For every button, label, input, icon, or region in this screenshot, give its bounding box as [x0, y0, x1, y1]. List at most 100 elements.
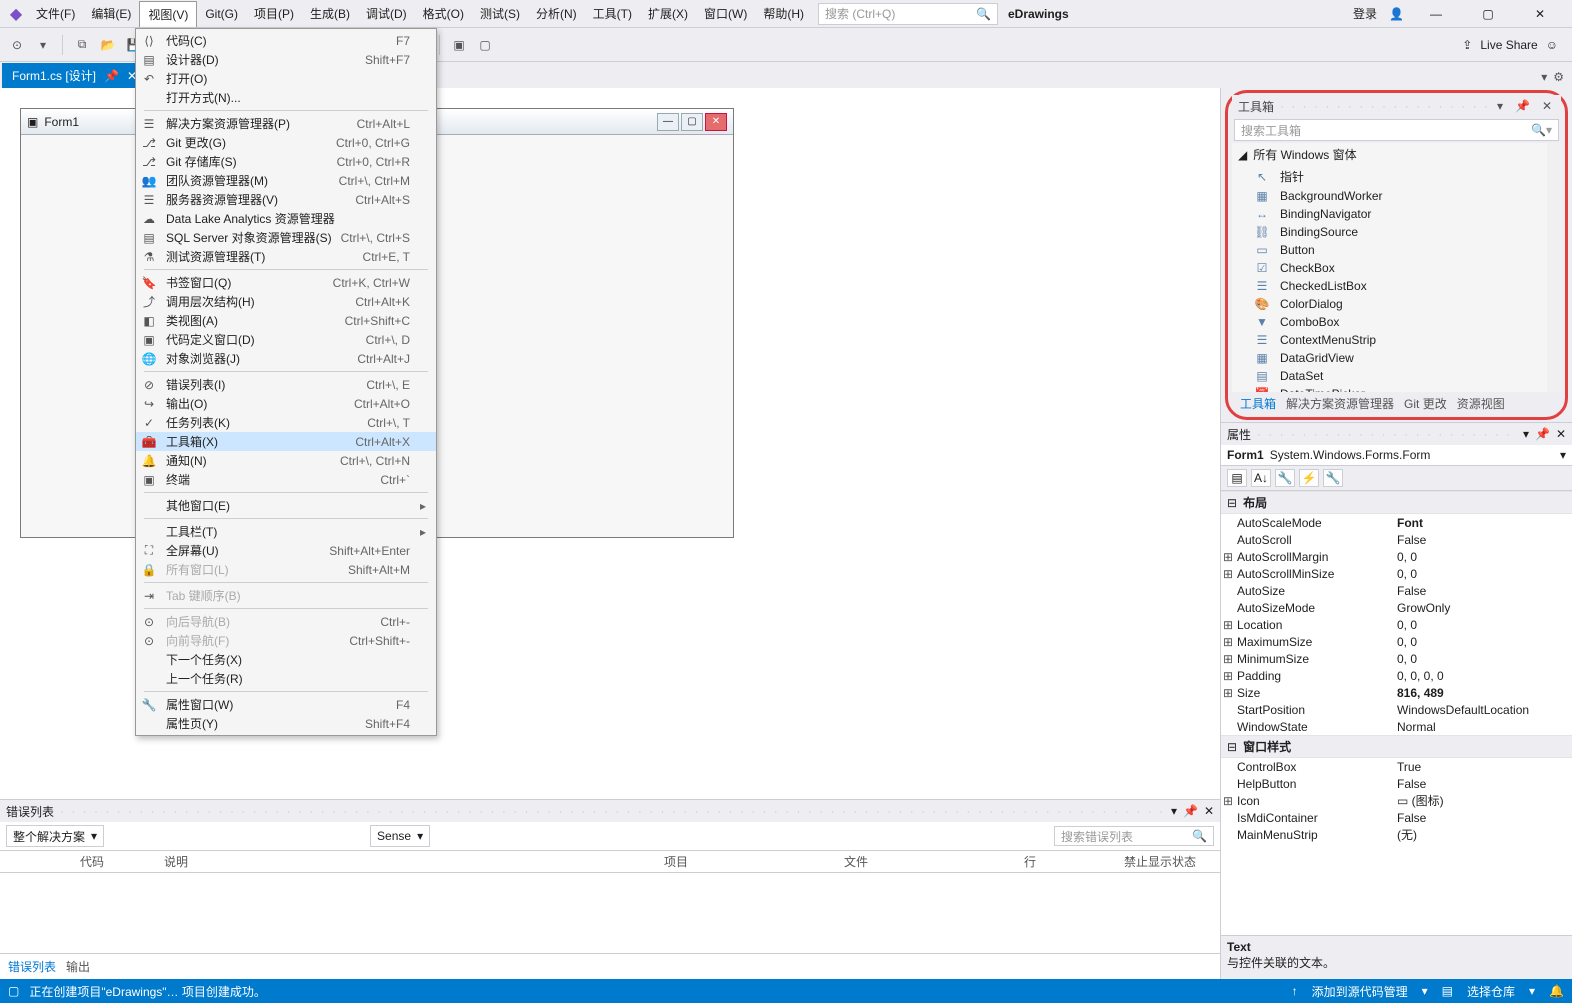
view-menu-item[interactable]: 打开方式(N)...: [136, 88, 436, 107]
col-project[interactable]: 项目: [664, 853, 784, 870]
view-menu-item[interactable]: 工具栏(T) ▸: [136, 522, 436, 541]
open-icon[interactable]: 📂: [97, 34, 119, 56]
view-menu-item[interactable]: ⎇ Git 更改(G) Ctrl+0, Ctrl+G: [136, 133, 436, 152]
tab-dropdown-icon[interactable]: ▾: [1541, 70, 1547, 84]
view-menu-item[interactable]: 👥 团队资源管理器(M) Ctrl+\, Ctrl+M: [136, 171, 436, 190]
view-menu-item[interactable]: ▤ SQL Server 对象资源管理器(S) Ctrl+\, Ctrl+S: [136, 228, 436, 247]
property-row[interactable]: ⊞MaximumSize0, 0: [1221, 633, 1572, 650]
property-row[interactable]: AutoScrollFalse: [1221, 531, 1572, 548]
panel-dropdown-icon[interactable]: ▾: [1494, 99, 1506, 113]
intellisense-combo[interactable]: Sense ▾: [370, 825, 430, 847]
toolbox-item[interactable]: ☰ ContextMenuStrip: [1232, 331, 1561, 349]
menu-debug[interactable]: 调试(D): [358, 1, 415, 26]
tab-toolbox[interactable]: 工具箱: [1240, 395, 1276, 412]
view-menu-item[interactable]: 下一个任务(X): [136, 650, 436, 669]
menu-edit[interactable]: 编辑(E): [83, 1, 139, 26]
errorlist-search[interactable]: 搜索错误列表 🔍: [1054, 826, 1214, 846]
col-code[interactable]: 代码: [80, 853, 104, 870]
form-maximize-button[interactable]: ▢: [681, 113, 703, 131]
toolbox-item[interactable]: 📅 DateTimePicker: [1232, 385, 1561, 392]
forward-icon[interactable]: ▾: [32, 34, 54, 56]
property-row[interactable]: HelpButtonFalse: [1221, 775, 1572, 792]
back-icon[interactable]: ⊙: [6, 34, 28, 56]
pin-icon[interactable]: 📌: [104, 69, 119, 83]
property-row[interactable]: ControlBoxTrue: [1221, 758, 1572, 775]
view-menu-item[interactable]: ⚗ 测试资源管理器(T) Ctrl+E, T: [136, 247, 436, 266]
toolbox-item[interactable]: ▭ Button: [1232, 241, 1561, 259]
property-row[interactable]: ⊞AutoScrollMinSize0, 0: [1221, 565, 1572, 582]
toolbox-category[interactable]: ◢ 所有 Windows 窗体: [1232, 143, 1561, 166]
repo-select-link[interactable]: 选择仓库: [1467, 983, 1515, 1000]
property-row[interactable]: AutoSizeFalse: [1221, 582, 1572, 599]
col-desc[interactable]: 说明: [164, 853, 604, 870]
view-menu-item[interactable]: ☁ Data Lake Analytics 资源管理器: [136, 209, 436, 228]
pin-icon[interactable]: 📌: [1183, 804, 1198, 818]
menu-help[interactable]: 帮助(H): [755, 1, 812, 26]
view-menu-item[interactable]: ◧ 类视图(A) Ctrl+Shift+C: [136, 311, 436, 330]
panel-dropdown-icon[interactable]: ▾: [1171, 804, 1177, 818]
property-category[interactable]: ⊟窗口样式: [1221, 735, 1572, 758]
maximize-button[interactable]: ▢: [1468, 7, 1508, 21]
menu-tools[interactable]: 工具(T): [585, 1, 640, 26]
view-menu-item[interactable]: 其他窗口(E) ▸: [136, 496, 436, 515]
menu-format[interactable]: 格式(O): [415, 1, 472, 26]
tab-errorlist[interactable]: 错误列表: [8, 958, 56, 975]
toolbox-item[interactable]: ▼ ComboBox: [1232, 313, 1561, 331]
view-menu-item[interactable]: 属性页(Y) Shift+F4: [136, 714, 436, 733]
form-close-button[interactable]: ✕: [705, 113, 727, 131]
view-menu-item[interactable]: ☰ 解决方案资源管理器(P) Ctrl+Alt+L: [136, 114, 436, 133]
menu-file[interactable]: 文件(F): [28, 1, 83, 26]
view-menu-item[interactable]: ⟨⟩ 代码(C) F7: [136, 31, 436, 50]
col-file[interactable]: 文件: [844, 853, 964, 870]
alphabetize-icon[interactable]: A↓: [1251, 469, 1271, 487]
property-row[interactable]: ⊞Size816, 489: [1221, 684, 1572, 701]
properties-subject[interactable]: Form1 System.Windows.Forms.Form ▾: [1221, 445, 1572, 466]
search-dropdown-icon[interactable]: ▾: [1546, 123, 1552, 137]
menu-window[interactable]: 窗口(W): [696, 1, 755, 26]
tab-solution-explorer[interactable]: 解决方案资源管理器: [1286, 395, 1394, 412]
login-link[interactable]: 登录: [1353, 5, 1377, 22]
feedback-icon[interactable]: ☺: [1546, 38, 1558, 52]
view-menu-item[interactable]: ☰ 服务器资源管理器(V) Ctrl+Alt+S: [136, 190, 436, 209]
menu-project[interactable]: 项目(P): [246, 1, 302, 26]
bring-front-icon[interactable]: ▣: [448, 34, 470, 56]
view-menu-item[interactable]: 🔔 通知(N) Ctrl+\, Ctrl+N: [136, 451, 436, 470]
new-icon[interactable]: ⧉: [71, 34, 93, 56]
minimize-button[interactable]: —: [1416, 7, 1456, 21]
property-row[interactable]: WindowStateNormal: [1221, 718, 1572, 735]
property-row[interactable]: StartPositionWindowsDefaultLocation: [1221, 701, 1572, 718]
property-row[interactable]: IsMdiContainerFalse: [1221, 809, 1572, 826]
tab-git-changes[interactable]: Git 更改: [1404, 395, 1447, 412]
view-menu-item[interactable]: 🔧 属性窗口(W) F4: [136, 695, 436, 714]
menu-view[interactable]: 视图(V): [139, 1, 197, 27]
property-row[interactable]: AutoSizeModeGrowOnly: [1221, 599, 1572, 616]
view-menu-item[interactable]: ▤ 设计器(D) Shift+F7: [136, 50, 436, 69]
tab-gear-icon[interactable]: ⚙: [1553, 70, 1564, 84]
wrench-icon[interactable]: 🔧: [1323, 469, 1343, 487]
view-menu-item[interactable]: ↪ 输出(O) Ctrl+Alt+O: [136, 394, 436, 413]
property-row[interactable]: ⊞AutoScrollMargin0, 0: [1221, 548, 1572, 565]
toolbox-item[interactable]: 🎨 ColorDialog: [1232, 295, 1561, 313]
view-menu-item[interactable]: ⤴ 调用层次结构(H) Ctrl+Alt+K: [136, 292, 436, 311]
property-row[interactable]: MainMenuStrip(无): [1221, 826, 1572, 843]
toolbox-item[interactable]: ▦ BackgroundWorker: [1232, 187, 1561, 205]
pin-icon[interactable]: 📌: [1512, 99, 1533, 113]
toolbox-item[interactable]: ▤ DataSet: [1232, 367, 1561, 385]
view-menu-item[interactable]: ⎇ Git 存储库(S) Ctrl+0, Ctrl+R: [136, 152, 436, 171]
pin-icon[interactable]: 📌: [1535, 427, 1550, 441]
menu-test[interactable]: 测试(S): [472, 1, 528, 26]
close-panel-icon[interactable]: ✕: [1539, 99, 1555, 113]
view-menu-item[interactable]: 上一个任务(R): [136, 669, 436, 688]
property-row[interactable]: ⊞Location0, 0: [1221, 616, 1572, 633]
view-menu-item[interactable]: 🌐 对象浏览器(J) Ctrl+Alt+J: [136, 349, 436, 368]
view-menu-item[interactable]: 🔖 书签窗口(Q) Ctrl+K, Ctrl+W: [136, 273, 436, 292]
doc-tab-form1[interactable]: Form1.cs [设计] 📌 ✕: [2, 63, 147, 88]
menu-git[interactable]: Git(G): [197, 3, 246, 25]
view-menu-item[interactable]: ✓ 任务列表(K) Ctrl+\, T: [136, 413, 436, 432]
scope-combo[interactable]: 整个解决方案 ▾: [6, 825, 104, 847]
categorize-icon[interactable]: ▤: [1227, 469, 1247, 487]
view-menu-item[interactable]: ▣ 代码定义窗口(D) Ctrl+\, D: [136, 330, 436, 349]
toolbox-item[interactable]: ☰ CheckedListBox: [1232, 277, 1561, 295]
property-category[interactable]: ⊟布局: [1221, 491, 1572, 514]
liveshare-icon[interactable]: ⇪: [1462, 38, 1472, 52]
